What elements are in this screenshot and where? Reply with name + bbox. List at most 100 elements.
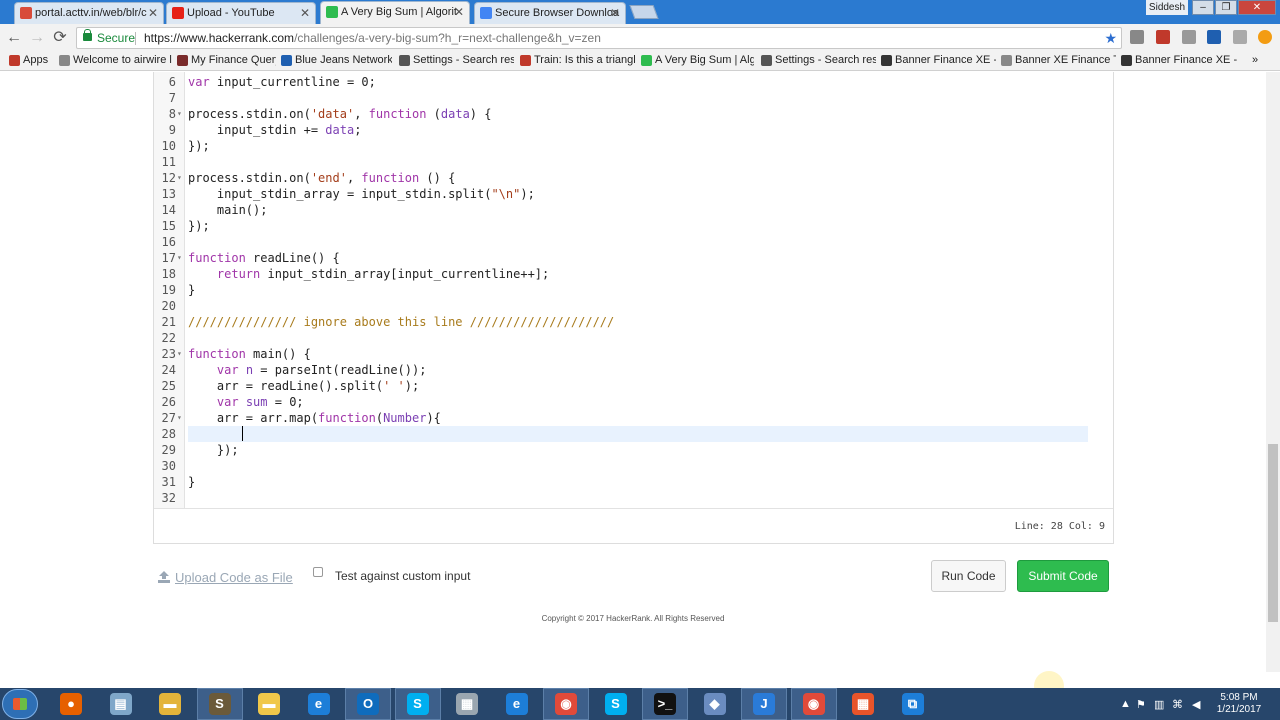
bookmark-item[interactable]: Banner Finance XE - E — [1120, 51, 1240, 71]
custom-input-checkbox[interactable] — [313, 567, 323, 577]
menu-alert-icon[interactable] — [1258, 30, 1272, 44]
code-line[interactable]: 8 ▾ process.stdin.on('data', function (dat… — [154, 106, 1114, 122]
taskbar-cmd-button[interactable]: >_ — [642, 688, 688, 720]
browser-tab[interactable]: Secure Browser Downloa ✕ — [474, 2, 626, 24]
bookmark-item[interactable]: Banner Finance XE - B — [880, 51, 996, 71]
extension-puzzle-icon[interactable] — [1130, 30, 1144, 44]
new-tab-button[interactable] — [629, 5, 659, 19]
address-bar[interactable]: Secure https://www.hackerrank.com/challe… — [76, 27, 1122, 49]
tray-expand-icon[interactable]: ▲ — [1120, 698, 1131, 710]
code-area[interactable]: 6 var input_currentline = 0; 7 8 ▾ process.st… — [154, 72, 1114, 508]
bookmark-item[interactable]: Train: Is this a triangle — [519, 51, 635, 71]
code-line[interactable]: 16 — [154, 234, 1114, 250]
network-icon[interactable]: ▥ — [1154, 698, 1164, 711]
taskbar-ie-button[interactable]: e — [296, 688, 342, 720]
code-line[interactable]: 6 var input_currentline = 0; — [154, 74, 1114, 90]
taskbar-firefox-button[interactable]: ● — [48, 688, 94, 720]
clock[interactable]: 5:08 PM 1/21/2017 — [1212, 692, 1266, 716]
close-window-button[interactable]: ✕ — [1238, 0, 1276, 15]
tab-close-icon[interactable]: ✕ — [300, 3, 310, 23]
taskbar-sublime-button[interactable]: S — [196, 688, 243, 720]
code-line[interactable]: 12 ▾ process.stdin.on('end', function () { — [154, 170, 1114, 186]
browser-tab[interactable]: Upload - YouTube ✕ — [166, 2, 316, 24]
code-editor[interactable]: 6 var input_currentline = 0; 7 8 ▾ process.st… — [153, 72, 1114, 544]
bookmark-star-icon[interactable]: ★ — [1104, 28, 1117, 48]
run-code-button[interactable]: Run Code — [931, 560, 1006, 592]
code-line[interactable]: 26 var sum = 0; — [154, 394, 1114, 410]
code-line[interactable]: 32 — [154, 490, 1114, 506]
url-text[interactable]: https://www.hackerrank.com/challenges/a-… — [144, 28, 601, 48]
bookmark-item[interactable]: Welcome to airwire lo — [58, 51, 172, 71]
flag-icon[interactable]: ⚑ — [1136, 698, 1146, 711]
back-button[interactable]: ← — [4, 28, 24, 48]
tab-close-icon[interactable]: ✕ — [610, 3, 620, 23]
extension-shield-icon[interactable] — [1182, 30, 1196, 44]
extension-cc-icon[interactable] — [1233, 30, 1247, 44]
taskbar-chrome2-button[interactable]: ◉ — [790, 688, 837, 720]
bookmark-item[interactable]: A Very Big Sum | Algo — [640, 51, 754, 71]
code-line[interactable]: 30 — [154, 458, 1114, 474]
code-line[interactable]: 11 — [154, 154, 1114, 170]
volume-icon[interactable]: ◀ — [1192, 698, 1200, 711]
browser-tab[interactable]: portal.acttv.in/web/blr/c ✕ — [14, 2, 164, 24]
fold-arrow-icon[interactable]: ▾ — [177, 346, 182, 362]
code-line[interactable]: 22 — [154, 330, 1114, 346]
bookmark-item[interactable]: Blue Jeans Network | — [280, 51, 392, 71]
code-line[interactable]: 24 var n = parseInt(readLine()); — [154, 362, 1114, 378]
code-line[interactable]: 29 }); — [154, 442, 1114, 458]
page-scrollbar[interactable] — [1266, 72, 1280, 672]
code-line[interactable]: 21 /////////////// ignore above this line… — [154, 314, 1114, 330]
code-line[interactable]: 7 — [154, 90, 1114, 106]
taskbar-skype-button[interactable]: S — [394, 688, 441, 720]
taskbar-explorer-button[interactable]: ▬ — [147, 688, 193, 720]
code-line[interactable]: 15}); — [154, 218, 1114, 234]
fold-arrow-icon[interactable]: ▾ — [177, 170, 182, 186]
browser-tab[interactable]: A Very Big Sum | Algorit ✕ — [320, 1, 470, 24]
taskbar-notepad-button[interactable]: ▤ — [98, 688, 144, 720]
taskbar-outlook-button[interactable]: O — [345, 688, 391, 720]
taskbar-intellij-button[interactable]: J — [741, 688, 787, 720]
taskbar-chrome-button[interactable]: ◉ — [543, 688, 589, 720]
extension-video-icon[interactable] — [1156, 30, 1170, 44]
code-line[interactable]: 14 main(); — [154, 202, 1114, 218]
code-line[interactable]: 17 ▾ function readLine() { — [154, 250, 1114, 266]
submit-code-button[interactable]: Submit Code — [1017, 560, 1109, 592]
extension-bluejeans-icon[interactable] — [1207, 30, 1221, 44]
upload-code-link[interactable]: Upload Code as File — [157, 570, 293, 585]
taskbar-office-button[interactable]: ▦ — [840, 688, 886, 720]
scrollbar-thumb[interactable] — [1268, 444, 1278, 622]
fold-arrow-icon[interactable]: ▾ — [177, 410, 182, 426]
code-line[interactable]: 10}); — [154, 138, 1114, 154]
taskbar-skype2-button[interactable]: S — [593, 688, 639, 720]
code-line[interactable]: 13 input_stdin_array = input_stdin.split… — [154, 186, 1114, 202]
code-line[interactable]: 20 — [154, 298, 1114, 314]
bookmark-item[interactable]: Apps — [8, 51, 56, 71]
taskbar-tool-button[interactable]: ◆ — [692, 688, 738, 720]
bookmark-item[interactable]: Banner XE Finance Te — [1000, 51, 1116, 71]
tab-close-icon[interactable]: ✕ — [148, 3, 158, 23]
code-line[interactable]: 18 return input_stdin_array[input_curren… — [154, 266, 1114, 282]
code-line[interactable]: 31} — [154, 474, 1114, 490]
bookmark-item[interactable]: My Finance Query — [176, 51, 276, 71]
code-line[interactable]: 25 arr = readLine().split(' '); — [154, 378, 1114, 394]
taskbar-snip-button[interactable]: ⧉ — [890, 688, 936, 720]
restore-button[interactable]: ❐ — [1215, 0, 1237, 15]
fold-arrow-icon[interactable]: ▾ — [177, 250, 182, 266]
taskbar-folder-button[interactable]: ▬ — [246, 688, 292, 720]
code-line[interactable]: 9 input_stdin += data; — [154, 122, 1114, 138]
profile-button[interactable]: Siddesh — [1146, 0, 1188, 15]
bookmarks-overflow-button[interactable]: » — [1250, 51, 1266, 71]
network2-icon[interactable]: ⌘ — [1172, 698, 1183, 711]
code-line[interactable]: 23 ▾ function main() { — [154, 346, 1114, 362]
forward-button[interactable]: → — [27, 28, 47, 48]
code-line[interactable]: 28 — [154, 426, 1114, 442]
bookmark-item[interactable]: Settings - Search resu — [760, 51, 876, 71]
taskbar-calculator-button[interactable]: ▦ — [444, 688, 490, 720]
code-line[interactable]: 19} — [154, 282, 1114, 298]
bookmark-item[interactable]: Settings - Search resu — [398, 51, 514, 71]
start-button[interactable] — [2, 689, 38, 719]
reload-button[interactable]: ⟳ — [50, 28, 70, 48]
fold-arrow-icon[interactable]: ▾ — [177, 106, 182, 122]
code-line[interactable]: 27 ▾ arr = arr.map(function(Number){ — [154, 410, 1114, 426]
taskbar-ie2-button[interactable]: e — [494, 688, 540, 720]
